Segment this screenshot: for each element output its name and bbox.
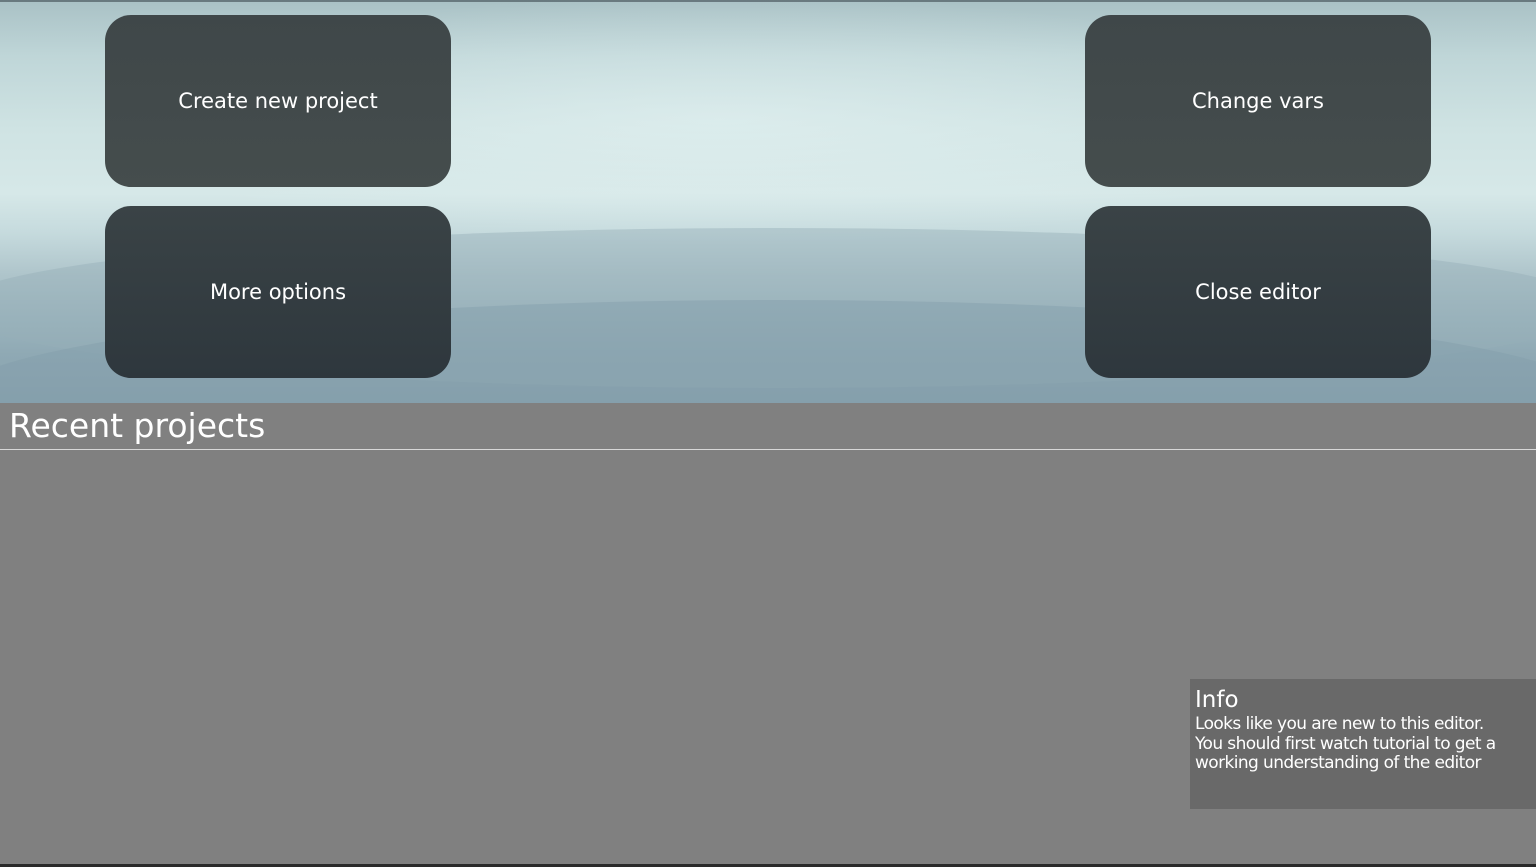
info-line: Looks like you are new to this editor. (1195, 714, 1484, 734)
create-new-project-button[interactable]: Create new project (105, 15, 451, 187)
close-editor-label: Close editor (1195, 280, 1321, 304)
change-vars-button[interactable]: Change vars (1085, 15, 1431, 187)
info-line: working understanding of the editor (1195, 753, 1482, 773)
recent-projects-title: Recent projects (9, 406, 266, 445)
more-options-label: More options (209, 280, 347, 304)
more-options-button[interactable]: More options (105, 206, 451, 378)
create-new-project-label: Create new project (178, 89, 378, 113)
change-vars-label: Change vars (1192, 89, 1324, 113)
recent-projects-header: Recent projects (0, 403, 1536, 450)
editor-start-screen: Create new project Change vars More opti… (0, 0, 1536, 867)
close-editor-button[interactable]: Close editor (1085, 206, 1431, 378)
background-landscape-image: Create new project Change vars More opti… (0, 0, 1536, 403)
info-title: Info (1195, 687, 1239, 713)
top-border (0, 0, 1536, 2)
info-line: You should first watch tutorial to get a (1195, 733, 1496, 754)
info-panel: Info Looks like you are new to this edit… (1190, 679, 1536, 809)
